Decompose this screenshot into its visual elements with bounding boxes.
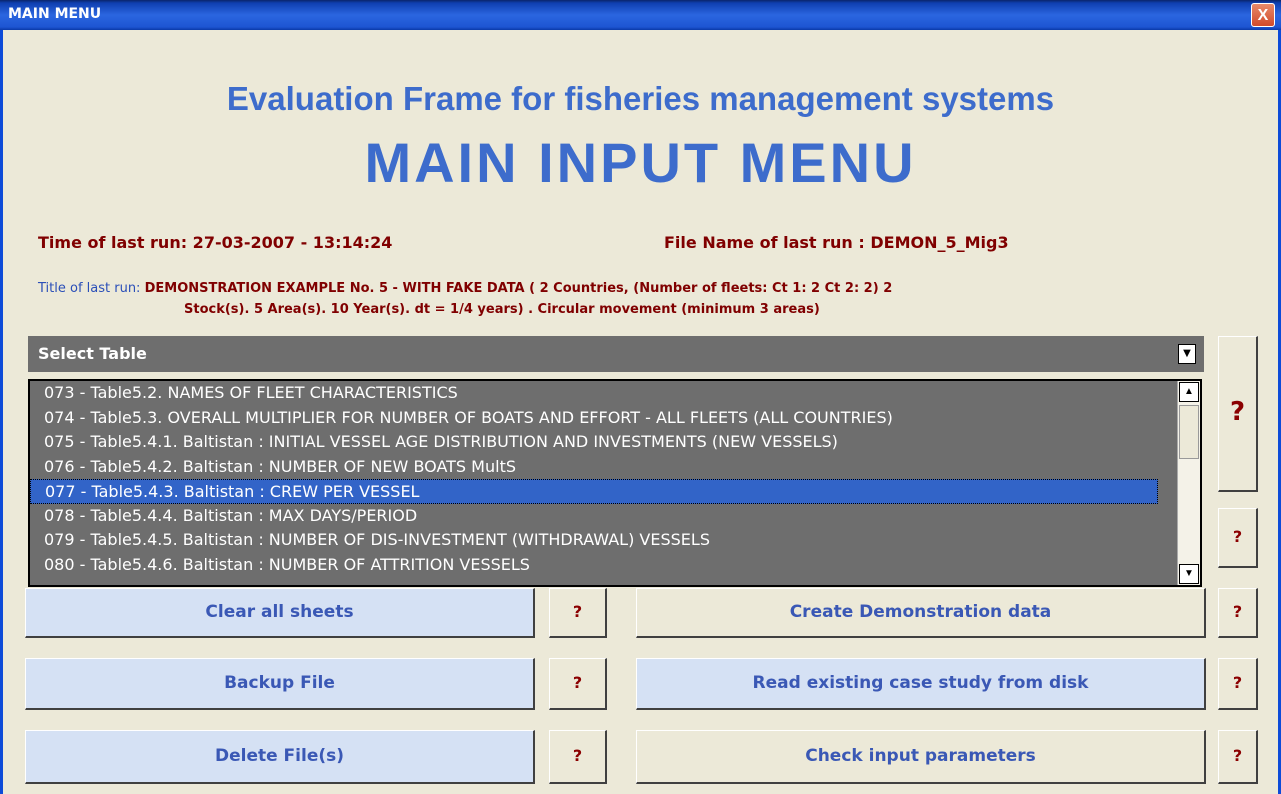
check-input-parameters-help-button[interactable]: ?	[1218, 730, 1258, 784]
table-list-help-button[interactable]: ?	[1218, 508, 1258, 568]
last-run-title-prefix: Title of last run:	[38, 281, 141, 296]
select-table-dropdown[interactable]: Select Table ▼	[28, 336, 1204, 372]
clear-all-sheets-help-button[interactable]: ?	[549, 588, 607, 638]
scroll-down-icon[interactable]: ▼	[1179, 564, 1199, 584]
select-table-label: Select Table	[38, 344, 147, 363]
clear-all-sheets-button[interactable]: Clear all sheets	[25, 588, 535, 638]
check-input-parameters-button[interactable]: Check input parameters	[636, 730, 1206, 784]
list-item[interactable]: 076 - Table5.4.2. Baltistan : NUMBER OF …	[30, 455, 1158, 480]
list-item[interactable]: 074 - Table5.3. OVERALL MULTIPLIER FOR N…	[30, 406, 1158, 431]
page-title: MAIN INPUT MENU	[364, 131, 917, 194]
chevron-down-icon[interactable]: ▼	[1178, 344, 1196, 364]
backup-file-button[interactable]: Backup File	[25, 658, 535, 710]
backup-file-help-button[interactable]: ?	[549, 658, 607, 710]
list-scrollbar[interactable]: ▲ ▼	[1177, 381, 1200, 585]
last-run-title-line1: DEMONSTRATION EXAMPLE No. 5 - WITH FAKE …	[144, 281, 893, 296]
app-title: Evaluation Frame for fisheries managemen…	[226, 80, 1055, 117]
table-list[interactable]: 073 - Table5.2. NAMES OF FLEET CHARACTER…	[28, 379, 1202, 587]
list-item[interactable]: 075 - Table5.4.1. Baltistan : INITIAL VE…	[30, 430, 1158, 455]
read-case-study-help-button[interactable]: ?	[1218, 658, 1258, 710]
title-bar: MAIN MENU X	[0, 0, 1281, 30]
list-item[interactable]: 073 - Table5.2. NAMES OF FLEET CHARACTER…	[30, 381, 1158, 406]
create-demonstration-data-help-button[interactable]: ?	[1218, 588, 1258, 638]
last-run-file: File Name of last run : DEMON_5_Mig3	[664, 233, 1009, 252]
list-item[interactable]: 079 - Table5.4.5. Baltistan : NUMBER OF …	[30, 528, 1158, 553]
window-title: MAIN MENU	[8, 6, 102, 22]
create-demonstration-data-button[interactable]: Create Demonstration data	[636, 588, 1206, 638]
scroll-up-icon[interactable]: ▲	[1179, 382, 1199, 402]
last-run-time: Time of last run: 27-03-2007 - 13:14:24	[38, 233, 393, 252]
list-item[interactable]: 078 - Table5.4.4. Baltistan : MAX DAYS/P…	[30, 504, 1158, 529]
read-case-study-button[interactable]: Read existing case study from disk	[636, 658, 1206, 710]
close-button[interactable]: X	[1251, 3, 1275, 27]
scroll-thumb[interactable]	[1179, 405, 1199, 459]
delete-files-help-button[interactable]: ?	[549, 730, 607, 784]
last-run-title-line2: Stock(s). 5 Area(s). 10 Year(s). dt = 1/…	[184, 302, 820, 317]
select-table-help-button[interactable]: ?	[1218, 336, 1258, 492]
delete-files-button[interactable]: Delete File(s)	[25, 730, 535, 784]
list-item-selected[interactable]: 077 - Table5.4.3. Baltistan : CREW PER V…	[30, 479, 1158, 504]
list-item[interactable]: 080 - Table5.4.6. Baltistan : NUMBER OF …	[30, 553, 1158, 578]
last-run-title: Title of last run: DEMONSTRATION EXAMPLE…	[38, 281, 892, 296]
